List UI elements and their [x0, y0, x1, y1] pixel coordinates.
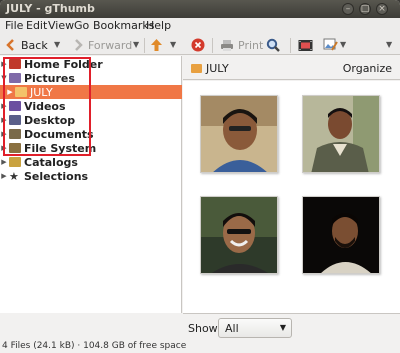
tree-item-selections[interactable]: ▶ ★ Selections [0, 169, 182, 183]
up-button[interactable] [150, 37, 163, 53]
thumbnail-4[interactable] [302, 196, 380, 274]
photo-portrait-1 [201, 96, 277, 172]
thumbnail-1[interactable] [200, 95, 278, 173]
filter-bar: Show: All ▼ [183, 313, 400, 341]
print-button[interactable]: Print [220, 37, 263, 53]
minimize-button[interactable]: – [342, 3, 354, 15]
forward-history-dropdown[interactable]: ▼ [133, 40, 139, 49]
up-dropdown[interactable]: ▼ [170, 40, 176, 49]
back-label: Back [21, 38, 48, 52]
show-filter-select[interactable]: All ▼ [218, 318, 292, 338]
window-title: JULY - gThumb [6, 2, 95, 15]
forward-label: Forward [88, 38, 133, 52]
photo-portrait-4 [303, 197, 379, 273]
tree-item-label: Catalogs [24, 155, 78, 169]
toolbar-separator [290, 38, 291, 53]
expand-arrow-icon[interactable]: ▶ [0, 158, 8, 166]
back-arrow-icon [6, 39, 14, 51]
status-bar: 4 Files (24.1 kB) · 104.8 GB of free spa… [0, 341, 400, 353]
magnifier-icon [266, 38, 280, 52]
stop-button[interactable] [191, 37, 205, 53]
expand-arrow-icon[interactable]: ▶ [0, 172, 8, 180]
menu-help[interactable]: Help [146, 19, 171, 32]
film-strip-icon [298, 39, 313, 51]
toolbar-overflow-dropdown[interactable]: ▼ [386, 40, 392, 49]
toolbar-separator [144, 38, 145, 53]
show-label: Show: [188, 322, 221, 335]
forward-button[interactable]: Forward [72, 37, 132, 53]
toolbar-separator [212, 38, 213, 53]
current-folder-label: JULY [206, 62, 229, 75]
stop-icon [191, 38, 205, 52]
current-folder: JULY [191, 62, 229, 75]
print-label: Print [238, 38, 264, 52]
status-text: 4 Files (24.1 kB) · 104.8 GB of free spa… [2, 341, 187, 351]
back-history-dropdown[interactable]: ▼ [54, 40, 60, 49]
menu-edit[interactable]: Edit [26, 19, 47, 32]
slideshow-button[interactable] [298, 37, 313, 53]
gthumb-window: JULY - gThumb – □ × File Edit View Go Bo… [0, 0, 400, 353]
menu-go[interactable]: Go [74, 19, 89, 32]
forward-arrow-icon [75, 39, 83, 51]
menu-view[interactable]: View [48, 19, 74, 32]
chevron-down-icon: ▼ [279, 323, 286, 332]
menu-bar: File Edit View Go Bookmarks Help [0, 18, 400, 35]
image-edit-icon [323, 38, 338, 51]
thumbnail-3[interactable] [200, 196, 278, 274]
up-arrow-icon [151, 39, 162, 51]
catalog-folder-icon [9, 157, 21, 167]
folder-icon [191, 64, 202, 73]
location-bar: JULY Organize [183, 56, 400, 80]
annotation-highlight-box [3, 57, 91, 156]
organize-button[interactable]: Organize [343, 62, 392, 75]
printer-icon [221, 39, 233, 51]
title-bar: JULY - gThumb – □ × [0, 0, 400, 18]
close-window-button[interactable]: × [376, 3, 388, 15]
find-button[interactable] [266, 37, 280, 53]
menu-file[interactable]: File [5, 19, 23, 32]
thumbnail-2[interactable] [302, 95, 380, 173]
thumbnail-grid [183, 81, 400, 313]
tree-item-label: Selections [24, 169, 89, 183]
star-icon: ★ [9, 169, 19, 183]
edit-dropdown[interactable]: ▼ [340, 40, 346, 49]
show-filter-value: All [225, 322, 239, 335]
edit-picture-button[interactable] [323, 37, 338, 53]
tree-item-catalogs[interactable]: ▶ Catalogs [0, 155, 182, 169]
back-button[interactable]: Back [5, 37, 48, 53]
photo-portrait-3 [201, 197, 277, 273]
maximize-button[interactable]: □ [359, 3, 371, 15]
toolbar: Back ▼ Forward ▼ ▼ Print ▼ ▼ [0, 35, 400, 55]
photo-portrait-2 [303, 96, 379, 172]
